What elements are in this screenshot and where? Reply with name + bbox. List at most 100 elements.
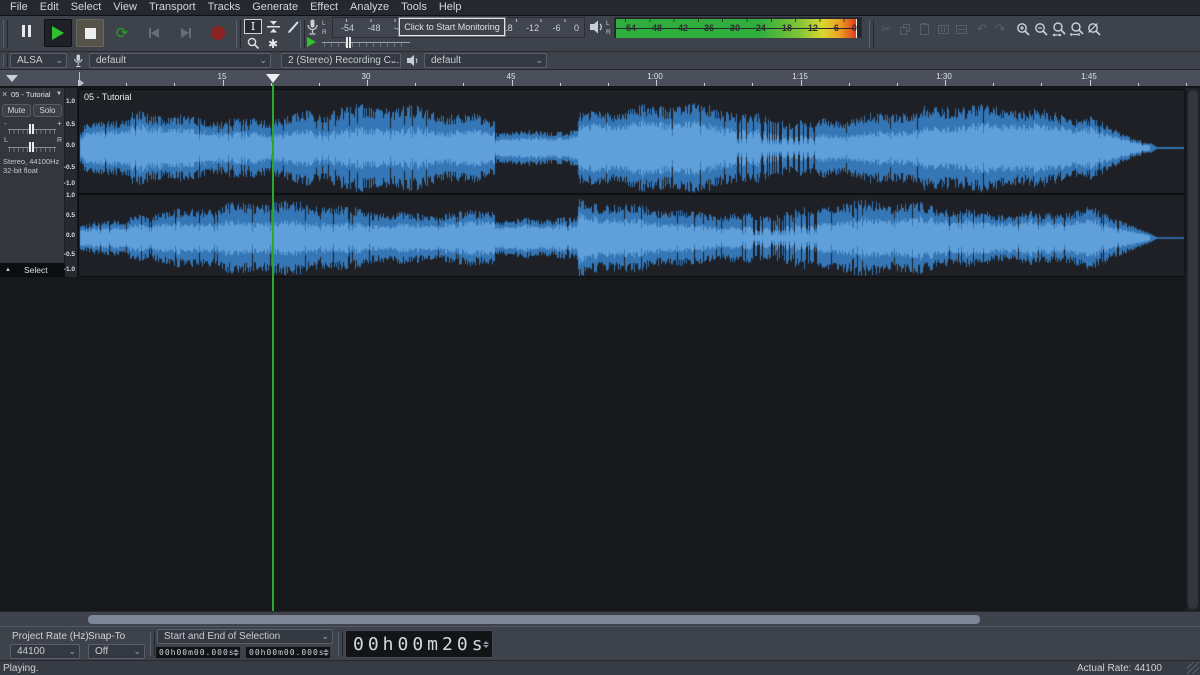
project-rate-dropdown[interactable]: 44100 ⌄ (10, 644, 80, 659)
menu-help[interactable]: Help (433, 0, 468, 15)
track-format-line1: Stereo, 44100Hz (3, 157, 59, 166)
track-select-bar[interactable]: ▲ Select (0, 263, 65, 277)
selection-tool-button[interactable]: I (244, 19, 262, 34)
pan-slider-thumb[interactable] (29, 142, 34, 152)
menu-transport[interactable]: Transport (143, 0, 202, 15)
status-message: Playing. (3, 663, 39, 674)
trim-audio-button[interactable] (935, 21, 951, 37)
spinner-icon[interactable] (483, 631, 489, 657)
menu-effect[interactable]: Effect (304, 0, 344, 15)
menu-edit[interactable]: Edit (34, 0, 65, 15)
spinner-icon[interactable] (233, 647, 239, 658)
silence-audio-button[interactable] (953, 21, 969, 37)
toolbar-zone: ⟳ I (0, 16, 1200, 52)
close-track-icon[interactable]: × (2, 89, 7, 99)
menu-file[interactable]: File (4, 0, 34, 15)
zoom-in-icon (1016, 22, 1031, 37)
undo-button[interactable]: ↶ (974, 21, 990, 37)
recording-device-dropdown[interactable]: default ⌄ (89, 53, 271, 68)
recording-meter-grip[interactable] (300, 20, 305, 48)
selection-end-field[interactable]: 00h00m00.000s (245, 646, 331, 659)
menu-analyze[interactable]: Analyze (344, 0, 395, 15)
undo-icon: ↶ (977, 21, 988, 37)
spinner-icon[interactable] (323, 647, 329, 658)
track-control-panel[interactable]: × 05 - Tutorial ▼ Mute Solo - + L R Ster… (0, 88, 65, 277)
collapse-track-icon[interactable]: ▲ (5, 267, 11, 273)
solo-button[interactable]: Solo (33, 104, 62, 117)
redo-button[interactable]: ↷ (992, 21, 1008, 37)
skip-to-end-button[interactable] (172, 19, 200, 47)
paste-icon (920, 23, 929, 35)
transport-toolbar-grip[interactable] (3, 20, 8, 48)
copy-icon (900, 24, 910, 35)
playhead-marker-icon[interactable] (266, 74, 280, 83)
copy-button[interactable] (897, 21, 913, 37)
stop-button[interactable] (76, 19, 104, 47)
multi-tool-button[interactable]: ✱ (264, 36, 282, 51)
loop-button[interactable]: ⟳ (108, 19, 136, 47)
play-button[interactable] (44, 19, 72, 47)
vertical-scrollbar-thumb[interactable] (1188, 90, 1198, 609)
fit-project-button[interactable] (1069, 21, 1085, 37)
play-at-speed-slider-thumb[interactable] (346, 37, 351, 48)
playback-meter[interactable]: -54-48 -42-36 -30-24 -18-12 -60 (614, 17, 862, 38)
chevron-down-icon: ⌄ (133, 645, 141, 658)
menu-tracks[interactable]: Tracks (202, 0, 247, 15)
record-button[interactable] (204, 19, 232, 47)
timeline-ruler[interactable]: 15 30 45 1:00 1:15 1:30 1:45 (0, 70, 1200, 87)
edit-toolbar-grip[interactable] (869, 20, 874, 48)
horizontal-scrollbar[interactable] (0, 611, 1200, 626)
zoom-toggle-icon (1087, 22, 1102, 37)
selection-start-field[interactable]: 00h00m00.000s (155, 646, 241, 659)
zoom-tool-button[interactable] (244, 36, 262, 51)
magnifier-icon (247, 37, 260, 50)
track-select-button[interactable]: Select (24, 265, 48, 275)
zoom-toggle-button[interactable] (1086, 21, 1102, 37)
selection-toolbar: Project Rate (Hz) 44100 ⌄ Snap-To Off ⌄ … (0, 626, 1200, 660)
cut-icon: ✂ (881, 22, 891, 36)
trim-audio-icon (938, 25, 949, 34)
gain-slider-thumb[interactable] (29, 124, 34, 134)
menu-tools[interactable]: Tools (395, 0, 433, 15)
monitoring-tooltip[interactable]: Click to Start Monitoring (399, 18, 505, 36)
position-grip[interactable] (338, 632, 343, 656)
play-icon (52, 26, 64, 40)
selection-mode-dropdown[interactable]: Start and End of Selection ⌄ (157, 629, 333, 644)
pan-left-label: L (4, 137, 8, 144)
menu-generate[interactable]: Generate (246, 0, 304, 15)
zoom-in-button[interactable] (1015, 21, 1031, 37)
menu-select[interactable]: Select (65, 0, 108, 15)
snap-to-dropdown[interactable]: Off ⌄ (88, 644, 145, 659)
tools-toolbar-grip[interactable] (236, 20, 241, 48)
fit-selection-button[interactable] (1051, 21, 1067, 37)
track-menu-icon[interactable]: ▼ (56, 91, 62, 97)
playback-device-dropdown[interactable]: default ⌄ (424, 53, 547, 68)
selection-start-marker (79, 72, 80, 86)
selection-tool-icon: I (251, 21, 255, 32)
zoom-out-button[interactable] (1033, 21, 1049, 37)
vertical-scale-ruler[interactable]: 1.0 0.5 0.0 -0.5 -1.0 1.0 0.5 0.0 -0.5 -… (65, 88, 78, 277)
status-bar: Playing. Actual Rate: 44100 (0, 660, 1200, 675)
track-title[interactable]: 05 - Tutorial (11, 90, 51, 99)
skip-to-start-button[interactable] (140, 19, 168, 47)
audio-position-display[interactable]: 00h00m20s (345, 630, 493, 658)
recording-channels-dropdown[interactable]: 2 (Stereo) Recording C... ⌄ (281, 53, 401, 68)
pause-button[interactable] (12, 19, 40, 47)
zoom-out-icon (1034, 22, 1049, 37)
chevron-down-icon: ⌄ (68, 645, 76, 658)
resize-grip-icon[interactable] (1187, 662, 1199, 674)
play-at-speed-button[interactable] (307, 37, 316, 47)
waveform-canvas[interactable] (79, 90, 1185, 276)
paste-button[interactable] (916, 21, 932, 37)
menu-view[interactable]: View (107, 0, 143, 15)
device-toolbar-grip[interactable] (3, 54, 8, 67)
envelope-tool-button[interactable] (264, 19, 282, 34)
audio-track[interactable]: 05 - Tutorial (78, 89, 1186, 277)
mute-button[interactable]: Mute (2, 104, 31, 117)
project-rate-label: Project Rate (Hz) (12, 631, 89, 642)
horizontal-scrollbar-thumb[interactable] (88, 615, 980, 624)
timeline-options-icon[interactable] (6, 75, 18, 82)
vertical-scrollbar[interactable] (1186, 88, 1200, 611)
cut-button[interactable]: ✂ (878, 21, 894, 37)
audio-host-dropdown[interactable]: ALSA ⌄ (10, 53, 67, 68)
